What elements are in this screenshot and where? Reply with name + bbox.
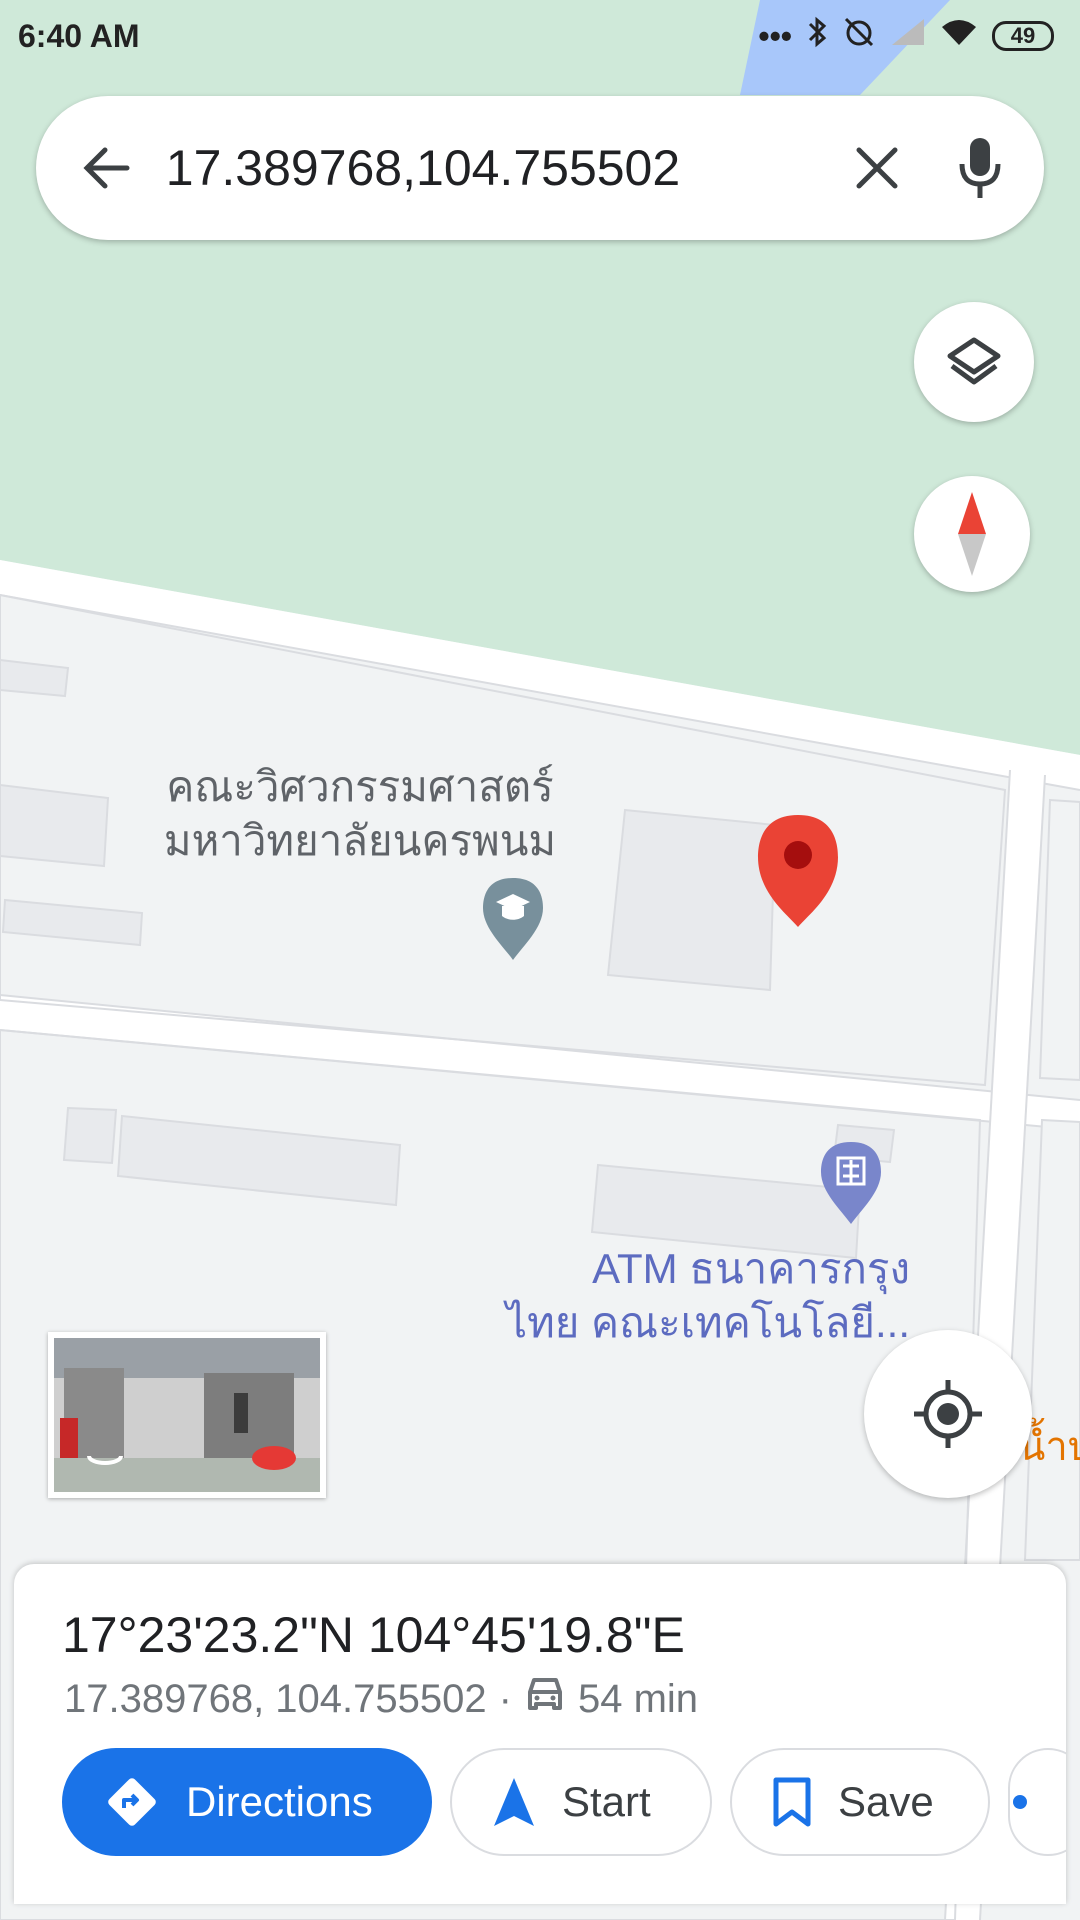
layers-icon — [947, 337, 1001, 385]
directions-button[interactable]: Directions — [62, 1748, 432, 1856]
more-actions-button[interactable] — [1008, 1748, 1066, 1856]
start-button[interactable]: Start — [450, 1748, 712, 1856]
arrow-back-icon[interactable] — [76, 132, 138, 204]
compass-button[interactable] — [914, 476, 1030, 592]
status-icons: ••• 49 — [758, 15, 1054, 57]
car-icon — [524, 1676, 566, 1722]
bookmark-icon — [773, 1777, 811, 1827]
bluetooth-icon — [806, 16, 828, 56]
alarm-off-icon — [842, 15, 876, 57]
layers-button[interactable] — [914, 302, 1034, 422]
close-icon[interactable] — [843, 128, 912, 208]
battery-icon: 49 — [992, 21, 1054, 51]
signal-icon — [890, 17, 926, 55]
drive-time: 54 min — [577, 1676, 699, 1721]
dots-icon: ••• — [758, 17, 792, 54]
start-label: Start — [562, 1778, 651, 1825]
search-input[interactable] — [165, 139, 809, 197]
atm-label-line1: ATM ธนาคารกรุง — [592, 1245, 910, 1292]
faculty-label-line1: คณะวิศวกรรมศาสตร์ — [166, 763, 554, 810]
faculty-label-line2: มหาวิทยาลัยนครพนม — [163, 817, 557, 864]
directions-icon — [108, 1778, 156, 1826]
place-title: 17°23'23.2"N 104°45'19.8"E — [62, 1607, 685, 1663]
building — [0, 783, 110, 868]
building — [606, 808, 777, 992]
navigation-arrow-icon — [494, 1778, 534, 1826]
search-bar — [36, 96, 1044, 240]
directions-label: Directions — [186, 1778, 373, 1825]
building — [62, 1106, 118, 1165]
share-icon — [1013, 1795, 1027, 1809]
save-label: Save — [838, 1778, 934, 1825]
my-location-icon — [914, 1380, 982, 1448]
status-bar: 6:40 AM ••• 49 — [0, 0, 1080, 72]
place-coords: 17.389768, 104.755502 — [64, 1676, 487, 1721]
status-time: 6:40 AM — [18, 17, 140, 54]
wifi-icon — [940, 17, 978, 55]
street-view-thumbnail[interactable] — [48, 1332, 326, 1498]
separator: · — [498, 1676, 512, 1721]
action-row: Directions Start Save — [62, 1748, 1066, 1856]
compass-icon — [958, 492, 986, 576]
place-subtitle: 17.389768, 104.755502 · 54 min — [64, 1676, 698, 1722]
mic-icon[interactable] — [945, 128, 1014, 208]
my-location-button[interactable] — [864, 1330, 1032, 1498]
faculty-label[interactable]: คณะวิศวกรรมศาสตร์ มหาวิทยาลัยนครพนม — [150, 760, 570, 868]
atm-label[interactable]: ATM ธนาคารกรุง ไทย คณะเทคโนโลยี... — [470, 1242, 910, 1350]
atm-label-line2: ไทย คณะเทคโนโลยี... — [505, 1299, 910, 1346]
place-sheet[interactable]: 17°23'23.2"N 104°45'19.8"E 17.389768, 10… — [14, 1564, 1066, 1904]
save-button[interactable]: Save — [730, 1748, 990, 1856]
